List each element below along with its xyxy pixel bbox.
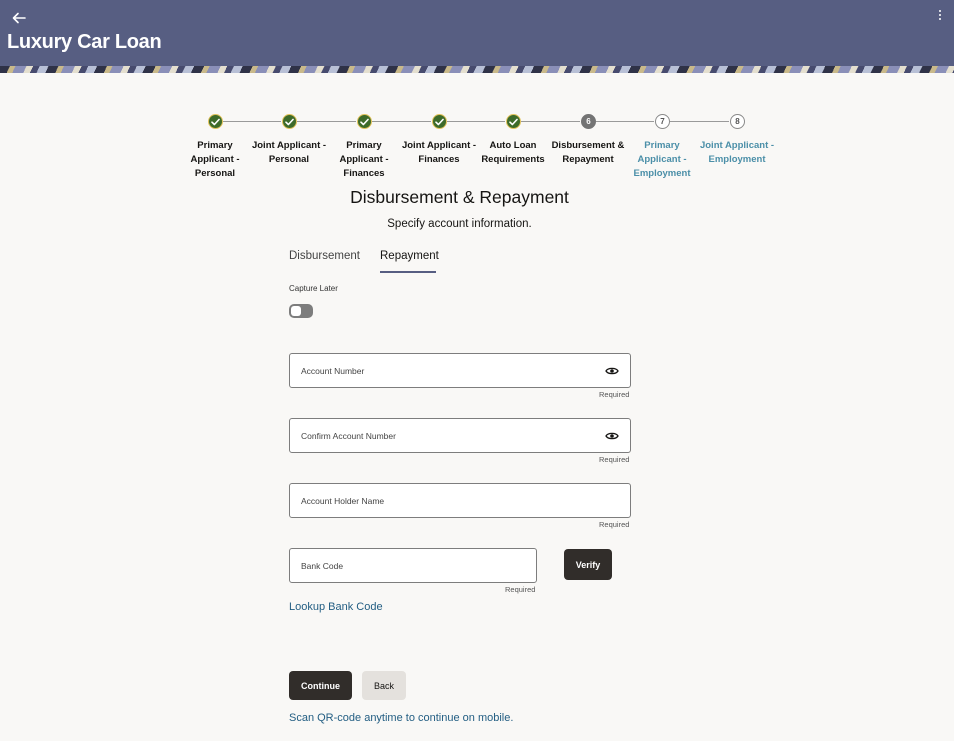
capture-later-label: Capture Later	[289, 284, 338, 293]
verify-button[interactable]: Verify	[564, 549, 612, 580]
lookup-bank-code-link[interactable]: Lookup Bank Code	[289, 601, 383, 613]
stepper-connector	[521, 121, 580, 122]
confirm-account-number-placeholder: Confirm Account Number	[301, 431, 396, 441]
eye-icon[interactable]	[605, 365, 619, 377]
step-label: Joint Applicant - Employment	[699, 140, 775, 165]
toggle-knob	[291, 306, 301, 316]
tab-disbursement[interactable]: Disbursement	[289, 250, 360, 262]
check-icon	[282, 114, 297, 129]
stepper-connector	[297, 121, 356, 122]
section-subtitle: Specify account information.	[387, 218, 532, 230]
qr-code-link[interactable]: Scan QR-code anytime to continue on mobi…	[289, 712, 513, 724]
check-icon	[506, 114, 521, 129]
confirm-account-number-field[interactable]: Confirm Account Number	[289, 418, 631, 453]
active-tab-indicator	[380, 271, 436, 273]
step-label: Joint Applicant - Personal	[251, 140, 327, 165]
back-button[interactable]: Back	[362, 671, 406, 700]
header-banner	[0, 66, 954, 73]
stepper-connector	[596, 121, 654, 122]
step-number: 7	[655, 114, 670, 129]
stepper-connector	[670, 121, 729, 122]
stepper-connector	[372, 121, 431, 122]
bank-code-hint: Required	[505, 585, 536, 594]
account-holder-name-hint: Required	[599, 520, 630, 529]
stepper-connector	[223, 121, 281, 122]
account-holder-name-field[interactable]: Account Holder Name	[289, 483, 631, 518]
page-title: Luxury Car Loan	[7, 31, 162, 53]
back-arrow-icon[interactable]	[10, 9, 28, 27]
eye-icon[interactable]	[605, 430, 619, 442]
step-number: 8	[730, 114, 745, 129]
bank-code-field[interactable]: Bank Code	[289, 548, 537, 583]
check-icon	[357, 114, 372, 129]
step-label: Auto Loan Requirements	[481, 140, 545, 165]
account-number-hint: Required	[599, 390, 630, 399]
account-number-field[interactable]: Account Number	[289, 353, 631, 388]
section-title: Disbursement & Repayment	[350, 187, 569, 207]
bank-code-placeholder: Bank Code	[301, 561, 344, 571]
step-label: Joint Applicant - Finances	[401, 140, 477, 165]
step-label: Primary Applicant - Personal	[190, 140, 240, 179]
step-label: Primary Applicant - Employment	[633, 140, 691, 179]
account-number-placeholder: Account Number	[301, 366, 365, 376]
continue-button[interactable]: Continue	[289, 671, 352, 700]
check-icon	[432, 114, 447, 129]
tab-repayment[interactable]: Repayment	[380, 250, 439, 262]
confirm-account-number-hint: Required	[599, 455, 630, 464]
check-icon	[208, 114, 223, 129]
step-label: Primary Applicant - Finances	[339, 140, 389, 179]
app-header: Luxury Car Loan	[0, 0, 954, 66]
step-label: Disbursement & Repayment	[551, 140, 625, 165]
stepper-connector	[447, 121, 505, 122]
more-vertical-icon[interactable]	[936, 10, 944, 24]
account-holder-name-placeholder: Account Holder Name	[301, 496, 385, 506]
step-number: 6	[581, 114, 596, 129]
capture-later-toggle[interactable]	[289, 304, 313, 318]
